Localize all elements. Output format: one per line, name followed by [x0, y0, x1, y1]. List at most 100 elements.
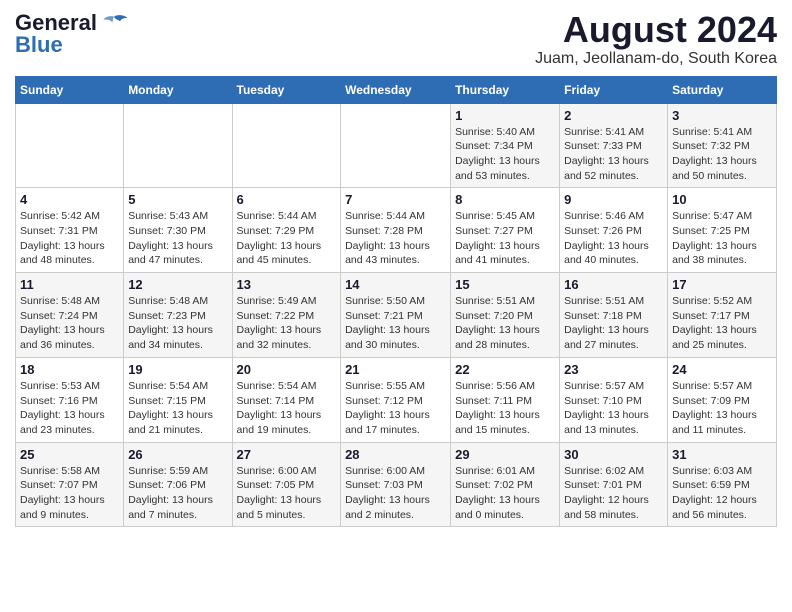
- calendar-cell: 17 Sunrise: 5:52 AM Sunset: 7:17 PM Dayli…: [668, 273, 777, 358]
- day-number: 15: [455, 277, 555, 292]
- calendar-cell: 28 Sunrise: 6:00 AM Sunset: 7:03 PM Dayli…: [341, 442, 451, 527]
- day-info: Sunrise: 5:55 AM Sunset: 7:12 PM Dayligh…: [345, 379, 446, 438]
- calendar-cell: 19 Sunrise: 5:54 AM Sunset: 7:15 PM Dayli…: [124, 357, 232, 442]
- calendar-cell: 31Sunrise: 6:03 AM Sunset: 6:59 PM Dayli…: [668, 442, 777, 527]
- day-info: Sunrise: 5:51 AM Sunset: 7:20 PM Dayligh…: [455, 294, 555, 353]
- day-info: Sunrise: 5:56 AM Sunset: 7:11 PM Dayligh…: [455, 379, 555, 438]
- calendar-table: SundayMondayTuesdayWednesdayThursdayFrid…: [15, 76, 777, 528]
- calendar-cell: 24 Sunrise: 5:57 AM Sunset: 7:09 PM Dayli…: [668, 357, 777, 442]
- calendar-cell: 20 Sunrise: 5:54 AM Sunset: 7:14 PM Dayli…: [232, 357, 341, 442]
- logo-blue: Blue: [15, 32, 63, 58]
- title-block: August 2024 Juam, Jeollanam-do, South Ko…: [535, 10, 777, 68]
- day-number: 20: [237, 362, 337, 377]
- day-info: Sunrise: 5:41 AM Sunset: 7:33 PM Dayligh…: [564, 125, 663, 184]
- day-info: Sunrise: 5:43 AM Sunset: 7:30 PM Dayligh…: [128, 209, 227, 268]
- calendar-cell: 7Sunrise: 5:44 AM Sunset: 7:28 PM Daylig…: [341, 188, 451, 273]
- weekday-header: Friday: [560, 76, 668, 103]
- calendar-cell: 18Sunrise: 5:53 AM Sunset: 7:16 PM Dayli…: [16, 357, 124, 442]
- weekday-header: Wednesday: [341, 76, 451, 103]
- calendar-cell: 14 Sunrise: 5:50 AM Sunset: 7:21 PM Dayli…: [341, 273, 451, 358]
- day-number: 26: [128, 447, 227, 462]
- calendar-cell: 16 Sunrise: 5:51 AM Sunset: 7:18 PM Dayli…: [560, 273, 668, 358]
- day-number: 28: [345, 447, 446, 462]
- calendar-cell: 2Sunrise: 5:41 AM Sunset: 7:33 PM Daylig…: [560, 103, 668, 188]
- day-number: 12: [128, 277, 227, 292]
- calendar-cell: 26 Sunrise: 5:59 AM Sunset: 7:06 PM Dayli…: [124, 442, 232, 527]
- day-info: Sunrise: 6:02 AM Sunset: 7:01 PM Dayligh…: [564, 464, 663, 523]
- calendar-cell: 25 Sunrise: 5:58 AM Sunset: 7:07 PM Dayli…: [16, 442, 124, 527]
- subtitle: Juam, Jeollanam-do, South Korea: [535, 50, 777, 68]
- day-number: 24: [672, 362, 772, 377]
- day-number: 9: [564, 192, 663, 207]
- calendar-cell: 1 Sunrise: 5:40 AM Sunset: 7:34 PM Daylig…: [451, 103, 560, 188]
- calendar-cell: [341, 103, 451, 188]
- day-info: Sunrise: 5:44 AM Sunset: 7:29 PM Dayligh…: [237, 209, 337, 268]
- day-info: Sunrise: 5:59 AM Sunset: 7:06 PM Dayligh…: [128, 464, 227, 523]
- day-info: Sunrise: 5:57 AM Sunset: 7:09 PM Dayligh…: [672, 379, 772, 438]
- calendar-cell: 10Sunrise: 5:47 AM Sunset: 7:25 PM Dayli…: [668, 188, 777, 273]
- calendar-cell: 9Sunrise: 5:46 AM Sunset: 7:26 PM Daylig…: [560, 188, 668, 273]
- calendar-cell: 3 Sunrise: 5:41 AM Sunset: 7:32 PM Daylig…: [668, 103, 777, 188]
- calendar-cell: 8 Sunrise: 5:45 AM Sunset: 7:27 PM Daylig…: [451, 188, 560, 273]
- calendar-cell: 4 Sunrise: 5:42 AM Sunset: 7:31 PM Daylig…: [16, 188, 124, 273]
- day-number: 30: [564, 447, 663, 462]
- day-info: Sunrise: 5:48 AM Sunset: 7:23 PM Dayligh…: [128, 294, 227, 353]
- day-number: 23: [564, 362, 663, 377]
- day-number: 8: [455, 192, 555, 207]
- day-info: Sunrise: 5:54 AM Sunset: 7:15 PM Dayligh…: [128, 379, 227, 438]
- day-number: 22: [455, 362, 555, 377]
- day-info: Sunrise: 5:52 AM Sunset: 7:17 PM Dayligh…: [672, 294, 772, 353]
- day-number: 17: [672, 277, 772, 292]
- calendar-cell: 6 Sunrise: 5:44 AM Sunset: 7:29 PM Daylig…: [232, 188, 341, 273]
- calendar-cell: 5 Sunrise: 5:43 AM Sunset: 7:30 PM Daylig…: [124, 188, 232, 273]
- day-info: Sunrise: 5:49 AM Sunset: 7:22 PM Dayligh…: [237, 294, 337, 353]
- day-info: Sunrise: 5:45 AM Sunset: 7:27 PM Dayligh…: [455, 209, 555, 268]
- day-number: 16: [564, 277, 663, 292]
- weekday-header: Monday: [124, 76, 232, 103]
- calendar-cell: 23 Sunrise: 5:57 AM Sunset: 7:10 PM Dayli…: [560, 357, 668, 442]
- logo-bird-icon: [99, 13, 129, 31]
- day-info: Sunrise: 5:48 AM Sunset: 7:24 PM Dayligh…: [20, 294, 119, 353]
- calendar-cell: 29Sunrise: 6:01 AM Sunset: 7:02 PM Dayli…: [451, 442, 560, 527]
- day-info: Sunrise: 5:57 AM Sunset: 7:10 PM Dayligh…: [564, 379, 663, 438]
- day-number: 1: [455, 108, 555, 123]
- day-number: 29: [455, 447, 555, 462]
- weekday-header: Sunday: [16, 76, 124, 103]
- day-info: Sunrise: 5:54 AM Sunset: 7:14 PM Dayligh…: [237, 379, 337, 438]
- day-number: 7: [345, 192, 446, 207]
- day-number: 19: [128, 362, 227, 377]
- logo: General Blue: [15, 10, 129, 58]
- day-info: Sunrise: 5:51 AM Sunset: 7:18 PM Dayligh…: [564, 294, 663, 353]
- calendar-cell: [124, 103, 232, 188]
- calendar-cell: 15 Sunrise: 5:51 AM Sunset: 7:20 PM Dayli…: [451, 273, 560, 358]
- calendar-cell: 22 Sunrise: 5:56 AM Sunset: 7:11 PM Dayli…: [451, 357, 560, 442]
- day-info: Sunrise: 6:00 AM Sunset: 7:05 PM Dayligh…: [237, 464, 337, 523]
- day-number: 27: [237, 447, 337, 462]
- weekday-header: Saturday: [668, 76, 777, 103]
- day-number: 3: [672, 108, 772, 123]
- day-number: 6: [237, 192, 337, 207]
- main-title: August 2024: [535, 10, 777, 50]
- day-number: 18: [20, 362, 119, 377]
- day-info: Sunrise: 6:00 AM Sunset: 7:03 PM Dayligh…: [345, 464, 446, 523]
- day-info: Sunrise: 5:50 AM Sunset: 7:21 PM Dayligh…: [345, 294, 446, 353]
- day-number: 4: [20, 192, 119, 207]
- calendar-cell: 12 Sunrise: 5:48 AM Sunset: 7:23 PM Dayli…: [124, 273, 232, 358]
- day-info: Sunrise: 5:41 AM Sunset: 7:32 PM Dayligh…: [672, 125, 772, 184]
- calendar-cell: 30 Sunrise: 6:02 AM Sunset: 7:01 PM Dayli…: [560, 442, 668, 527]
- day-number: 13: [237, 277, 337, 292]
- page-header: General Blue August 2024 Juam, Jeollanam…: [15, 10, 777, 68]
- day-number: 5: [128, 192, 227, 207]
- calendar-cell: 27 Sunrise: 6:00 AM Sunset: 7:05 PM Dayli…: [232, 442, 341, 527]
- day-number: 25: [20, 447, 119, 462]
- day-number: 14: [345, 277, 446, 292]
- calendar-cell: 21 Sunrise: 5:55 AM Sunset: 7:12 PM Dayli…: [341, 357, 451, 442]
- day-number: 10: [672, 192, 772, 207]
- day-info: Sunrise: 5:40 AM Sunset: 7:34 PM Dayligh…: [455, 125, 555, 184]
- day-info: Sunrise: 5:58 AM Sunset: 7:07 PM Dayligh…: [20, 464, 119, 523]
- weekday-header: Tuesday: [232, 76, 341, 103]
- day-number: 21: [345, 362, 446, 377]
- calendar-cell: [16, 103, 124, 188]
- day-info: Sunrise: 5:42 AM Sunset: 7:31 PM Dayligh…: [20, 209, 119, 268]
- calendar-cell: [232, 103, 341, 188]
